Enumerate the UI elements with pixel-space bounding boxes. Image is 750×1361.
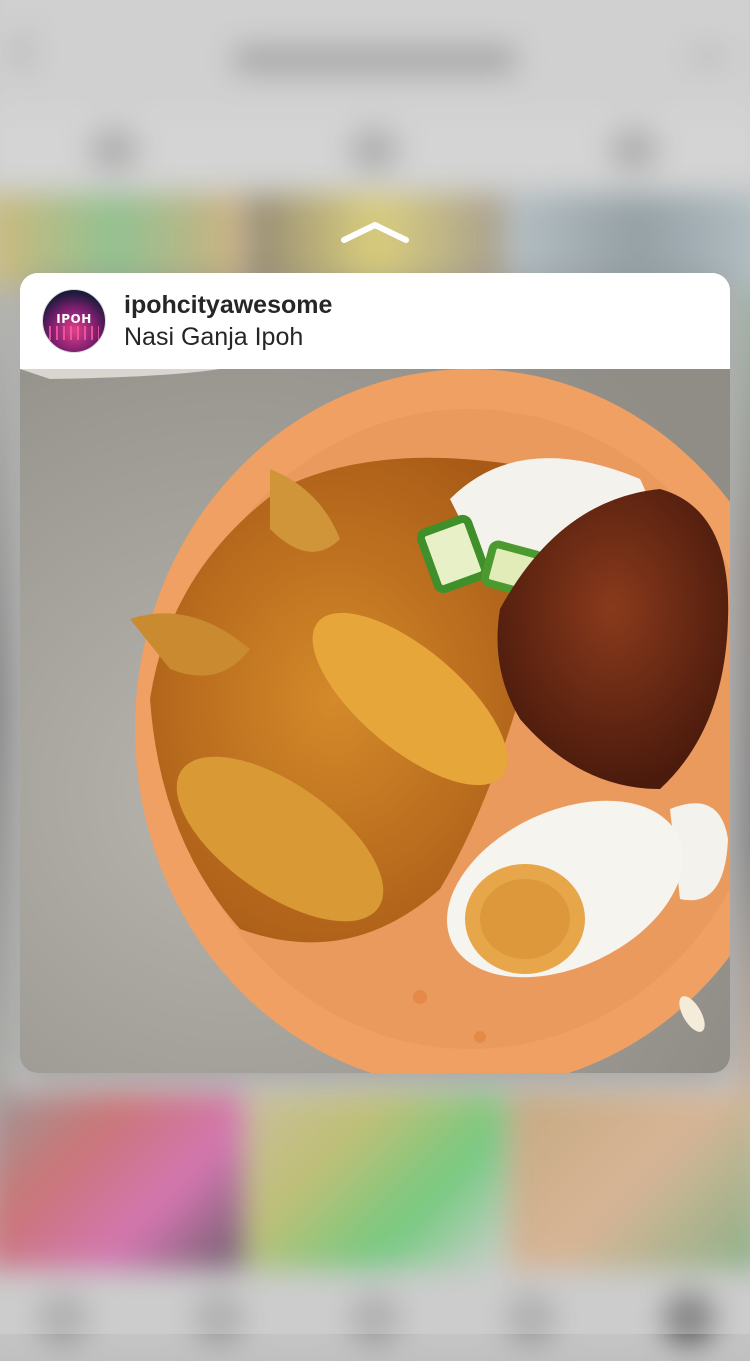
chevron-up-icon[interactable]	[340, 218, 410, 246]
post-header: IPOH ipohcityawesome Nasi Ganja Ipoh	[20, 273, 730, 369]
post-location[interactable]: Nasi Ganja Ipoh	[124, 323, 303, 352]
profile-avatar[interactable]: IPOH	[42, 289, 106, 353]
food-photo-illustration	[20, 369, 730, 1073]
post-photo[interactable]	[20, 369, 730, 1073]
avatar-logo-text: IPOH	[56, 312, 92, 326]
avatar-grid-decoration	[49, 326, 99, 340]
post-username[interactable]: ipohcityawesome	[124, 291, 332, 320]
post-preview-card[interactable]: IPOH ipohcityawesome Nasi Ganja Ipoh	[20, 273, 730, 1073]
